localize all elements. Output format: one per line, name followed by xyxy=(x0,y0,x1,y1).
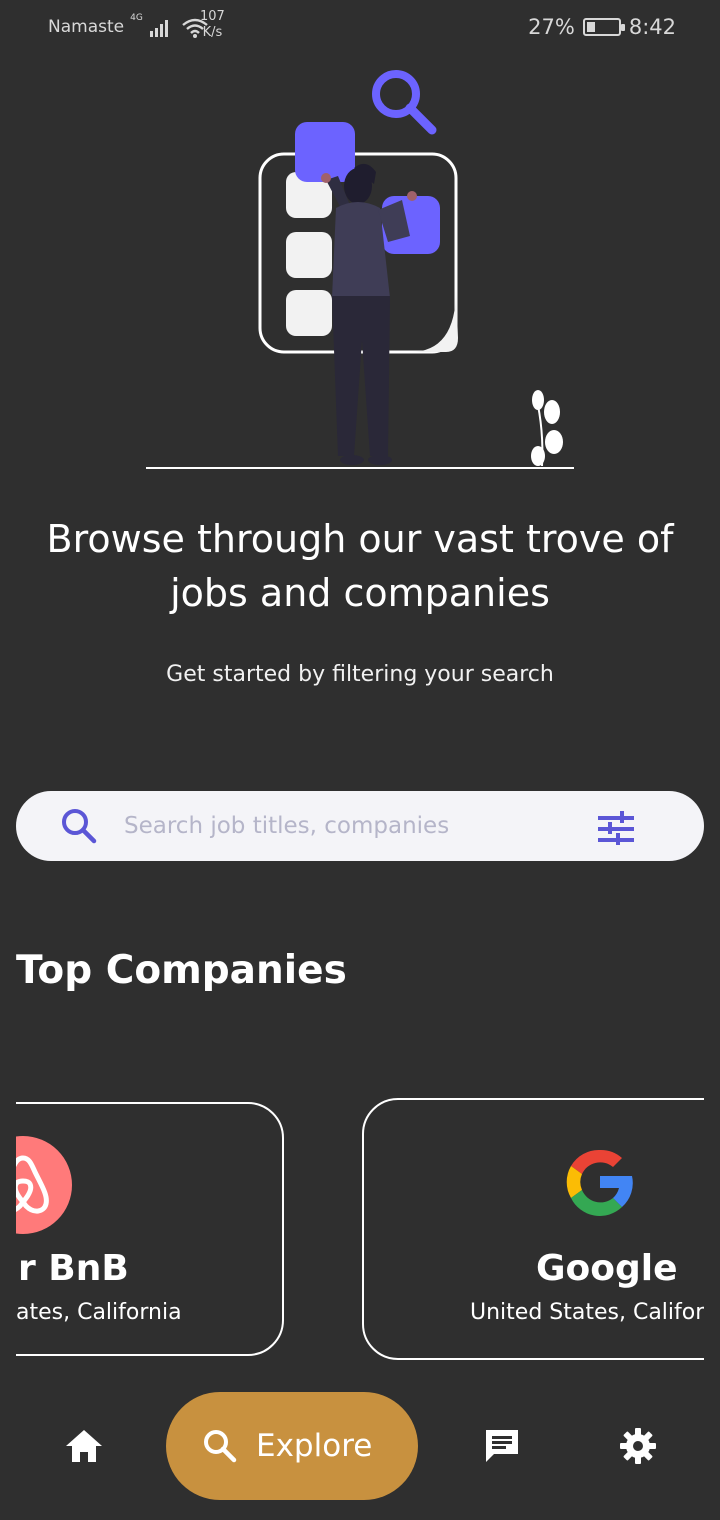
airbnb-logo-icon xyxy=(16,1136,72,1234)
network-speed: 107 K/s xyxy=(200,9,225,41)
plant-illustration xyxy=(531,390,563,467)
page-headline: Browse through our vast trove of jobs an… xyxy=(46,517,674,615)
magnifier-illustration-icon xyxy=(372,70,437,135)
company-name: Google xyxy=(536,1248,678,1289)
companies-carousel[interactable]: r BnB ates, California Google United Sta… xyxy=(16,1094,704,1366)
network-type: 4G xyxy=(130,13,143,23)
message-icon[interactable] xyxy=(482,1426,522,1466)
signal-icon xyxy=(149,20,168,37)
settings-gear-icon[interactable] xyxy=(618,1426,658,1466)
page-subhead: Get started by filtering your search xyxy=(166,662,554,687)
explore-button[interactable]: Explore xyxy=(166,1392,418,1500)
company-location: ates, California xyxy=(16,1300,182,1325)
carrier-name: Namaste xyxy=(48,17,125,37)
search-icon[interactable] xyxy=(60,807,98,845)
person-illustration xyxy=(321,163,417,465)
home-icon[interactable] xyxy=(64,1426,104,1466)
status-right: 27% 8:42 xyxy=(528,15,676,39)
explore-label: Explore xyxy=(256,1428,373,1464)
clock: 8:42 xyxy=(628,15,676,39)
google-logo-icon xyxy=(566,1149,633,1216)
status-left: Namaste 4G xyxy=(48,13,209,39)
company-name: r BnB xyxy=(18,1248,129,1289)
filter-icon[interactable] xyxy=(594,809,638,849)
battery-percent: 27% xyxy=(528,15,575,39)
search-input[interactable] xyxy=(124,805,564,847)
search-icon xyxy=(204,1430,237,1463)
company-location: United States, Califorr xyxy=(470,1300,704,1325)
speed-value: 107 xyxy=(200,9,225,24)
top-companies-title: Top Companies xyxy=(16,948,347,993)
speed-unit: K/s xyxy=(202,25,223,40)
bottom-nav: Explore xyxy=(0,1380,720,1520)
company-card-airbnb[interactable]: r BnB ates, California xyxy=(16,1102,284,1356)
hero-illustration xyxy=(146,70,574,469)
status-bar: Namaste 4G 107 K/s 27% 8:42 xyxy=(0,0,720,56)
search-bar[interactable] xyxy=(16,791,704,861)
company-card-google[interactable]: Google United States, Califorr xyxy=(362,1098,704,1360)
battery-icon xyxy=(582,18,625,36)
